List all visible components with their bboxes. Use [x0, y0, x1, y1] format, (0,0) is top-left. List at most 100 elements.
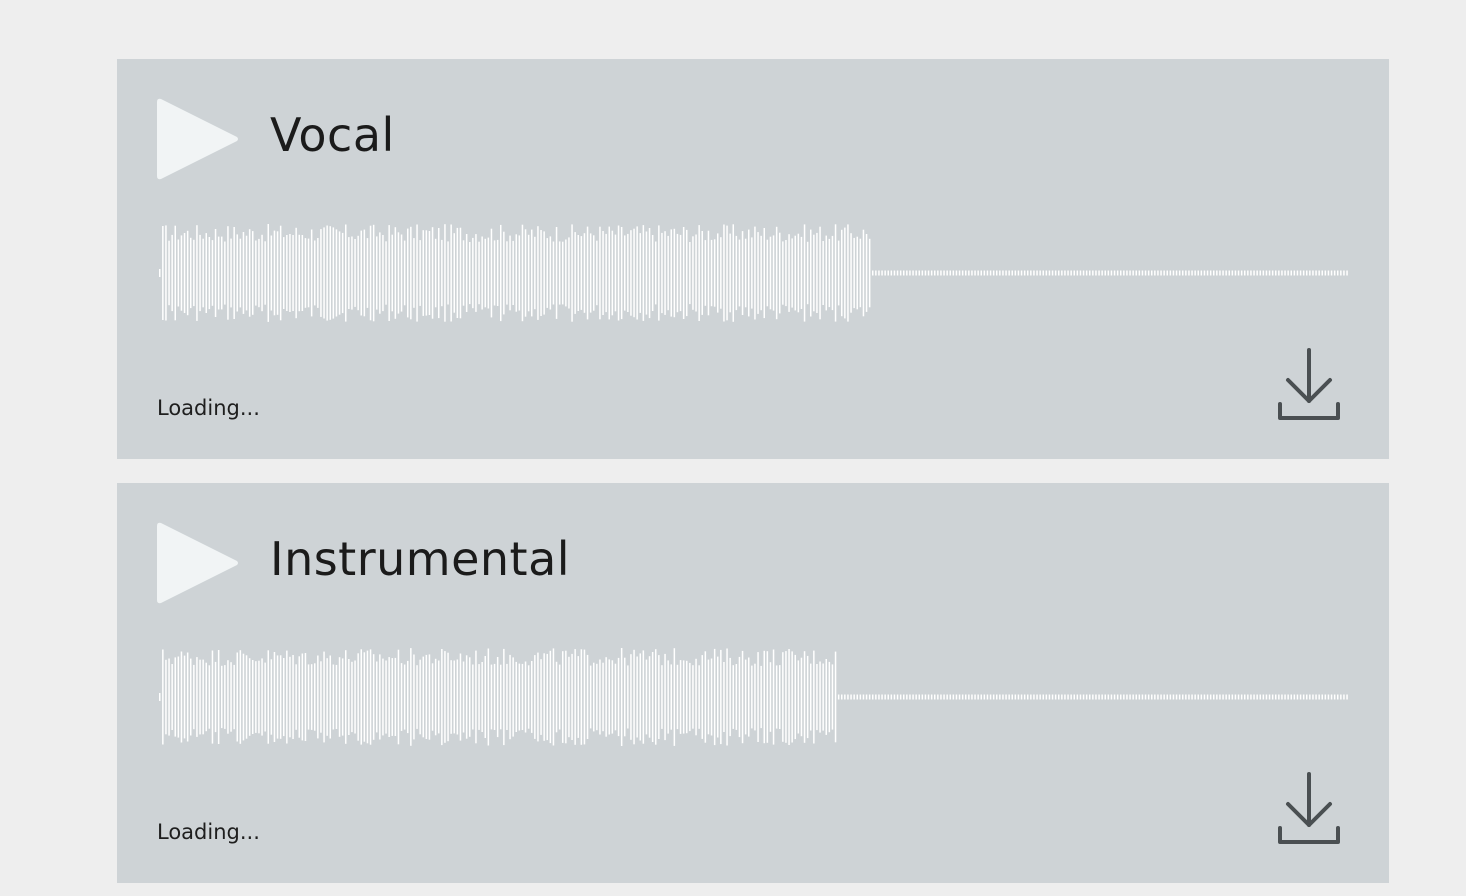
waveform-placeholder-bar — [1346, 694, 1348, 700]
waveform-bar — [462, 661, 465, 733]
download-icon — [1278, 348, 1340, 420]
waveform-bar — [599, 659, 601, 735]
waveform-placeholder-bar — [896, 694, 899, 700]
waveform-bar — [844, 227, 846, 319]
waveform-placeholder-bar — [1126, 694, 1128, 700]
waveform[interactable] — [157, 647, 1349, 751]
waveform-placeholder-bar — [1076, 270, 1079, 276]
waveform-bar — [779, 232, 781, 314]
waveform-placeholder-bar — [1005, 270, 1007, 276]
waveform-placeholder-bar — [1011, 270, 1013, 276]
waveform-bar — [214, 661, 217, 733]
waveform-bar — [382, 658, 384, 736]
waveform-placeholder-bar — [856, 694, 858, 700]
waveform-placeholder-bar — [940, 270, 942, 276]
waveform-placeholder-bar — [1005, 694, 1007, 700]
waveform-bar — [791, 238, 793, 308]
waveform-bar — [438, 660, 440, 734]
waveform-bar — [679, 234, 682, 312]
status-text: Loading... — [157, 820, 260, 844]
waveform-bar — [748, 657, 750, 737]
waveform-placeholder-bar — [1237, 270, 1240, 276]
waveform-placeholder-bar — [1247, 694, 1249, 700]
waveform-bar — [348, 659, 350, 735]
waveform-svg — [159, 648, 1348, 746]
waveform-bar — [810, 663, 812, 731]
waveform-bar — [286, 235, 288, 311]
waveform-placeholder-bar — [865, 694, 868, 700]
waveform-bar — [196, 225, 198, 321]
waveform-bar — [515, 234, 517, 312]
waveform-bar — [255, 240, 257, 306]
waveform-placeholder-bar — [1216, 270, 1218, 276]
waveform-placeholder-bar — [1337, 694, 1339, 700]
waveform-bar — [524, 229, 527, 317]
waveform-bar — [481, 236, 483, 310]
waveform-bar — [500, 664, 502, 730]
waveform-placeholder-bar — [1219, 694, 1221, 700]
waveform-bar — [264, 241, 266, 305]
waveform-placeholder-bar — [1228, 694, 1230, 700]
waveform-placeholder-bar — [837, 694, 840, 700]
waveform-bar — [562, 651, 564, 743]
waveform-placeholder-bar — [844, 694, 846, 700]
waveform-bar — [617, 657, 620, 737]
waveform-bar — [658, 225, 660, 321]
waveform-bar — [713, 648, 716, 746]
waveform-bar — [540, 230, 542, 316]
waveform-bar — [351, 661, 353, 733]
waveform-placeholder-bar — [1265, 694, 1268, 700]
waveform-bar — [695, 234, 697, 312]
waveform-placeholder-bar — [841, 694, 843, 700]
waveform-bar — [549, 650, 552, 744]
waveform-bar — [205, 233, 207, 313]
waveform-bar — [444, 224, 446, 322]
waveform-placeholder-bar — [1110, 694, 1113, 700]
waveform-bar — [834, 224, 837, 322]
waveform-bar — [227, 226, 229, 320]
waveform-bar — [317, 238, 319, 308]
waveform-placeholder-bar — [1306, 270, 1308, 276]
waveform-placeholder-bar — [1020, 270, 1023, 276]
waveform-bar — [283, 237, 285, 309]
play-button[interactable] — [157, 522, 239, 604]
waveform-placeholder-bar — [1036, 270, 1038, 276]
waveform-placeholder-bar — [1172, 270, 1175, 276]
waveform-placeholder-bar — [1030, 270, 1032, 276]
waveform-placeholder-bar — [1256, 270, 1258, 276]
waveform-bar — [279, 225, 282, 321]
waveform-placeholder-bar — [1206, 270, 1209, 276]
waveform-placeholder-bar — [1244, 270, 1246, 276]
waveform-bar — [369, 225, 372, 321]
waveform-placeholder-bar — [1151, 270, 1153, 276]
waveform-bar — [298, 234, 300, 312]
waveform-placeholder-bar — [884, 270, 886, 276]
waveform-bar — [828, 238, 831, 308]
waveform-placeholder-bar — [1064, 694, 1066, 700]
waveform-placeholder-bar — [1234, 694, 1237, 700]
waveform-bar — [794, 235, 796, 311]
waveform-bar — [261, 234, 263, 312]
waveform[interactable] — [157, 223, 1349, 327]
waveform-bar — [332, 664, 335, 730]
waveform-bar — [335, 664, 338, 729]
waveform-bar — [772, 649, 775, 745]
waveform-placeholder-bar — [1299, 270, 1302, 276]
track-card-instrumental: Instrumental Loading... — [117, 483, 1389, 883]
waveform-placeholder-bar — [1147, 694, 1150, 700]
download-button[interactable] — [1275, 771, 1343, 847]
play-button[interactable] — [157, 98, 239, 180]
waveform-bar — [242, 653, 245, 741]
waveform-bar — [692, 236, 694, 310]
waveform-placeholder-bar — [862, 694, 865, 700]
download-button[interactable] — [1275, 347, 1343, 423]
waveform-placeholder-bar — [1023, 270, 1026, 276]
waveform-bar — [515, 661, 517, 732]
waveform-bar — [279, 655, 282, 739]
waveform-bar — [372, 654, 375, 740]
waveform-placeholder-bar — [1138, 694, 1141, 700]
waveform-bar — [624, 657, 626, 737]
waveform-placeholder-bar — [1085, 270, 1088, 276]
waveform-placeholder-bar — [1312, 694, 1314, 700]
waveform-placeholder-bar — [989, 270, 992, 276]
